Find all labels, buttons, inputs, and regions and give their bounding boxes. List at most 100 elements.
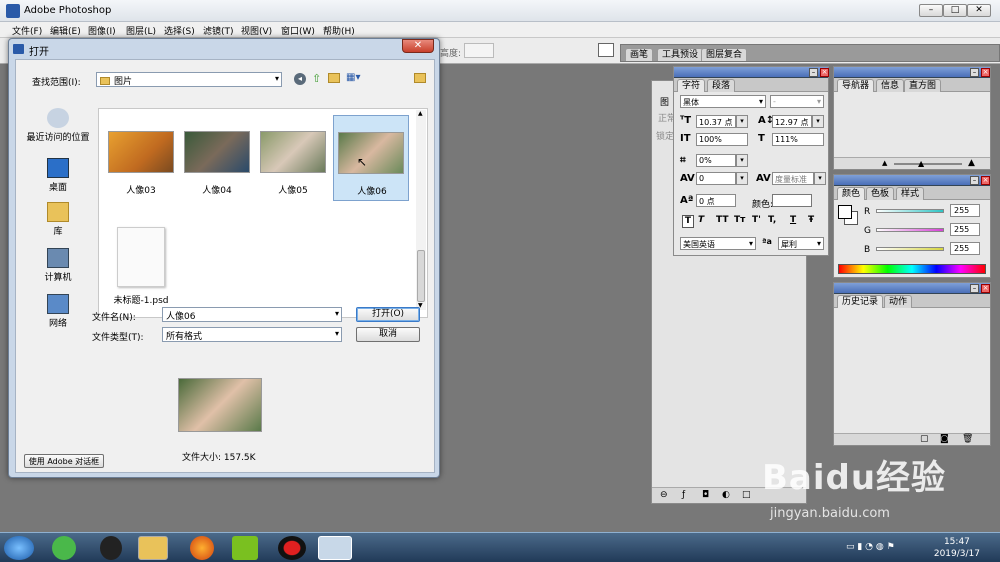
character-panel-header[interactable] [674, 67, 828, 78]
filename-input[interactable]: 人像06 ▾ [162, 307, 342, 322]
palette-well-icon[interactable] [598, 43, 614, 57]
kerning-mode-field[interactable]: 度量标准 [772, 172, 814, 185]
filetype-dropdown[interactable]: 所有格式 ▾ [162, 327, 342, 342]
place-recent[interactable]: 最近访问的位置 [26, 108, 90, 143]
navigator-minimize-icon[interactable]: – [970, 68, 979, 77]
kerning-field[interactable]: 0 [696, 172, 736, 185]
tab-color[interactable]: 颜色 [837, 187, 866, 200]
file-list-scrollbar[interactable]: ▲ ▼ [416, 110, 426, 310]
character-close-icon[interactable]: × [820, 68, 829, 77]
up-folder-icon[interactable]: ⇧ [312, 72, 321, 85]
leading-field[interactable]: 12.97 点 [772, 115, 812, 128]
menu-view[interactable]: 视图(V) [241, 24, 272, 37]
zoom-in-icon[interactable]: ▲ [968, 158, 975, 168]
tab-swatches[interactable]: 色板 [866, 187, 895, 200]
font-style-field[interactable]: - ▾ [770, 95, 824, 108]
style-faux-bold-button[interactable]: T [682, 215, 694, 228]
place-network[interactable]: 网络 [26, 294, 90, 329]
channel-g-value[interactable]: 255 [950, 223, 980, 236]
file-list[interactable]: 人像03 人像04 人像05 人像06 未标题-1.psd ↖ [98, 108, 428, 318]
vertical-scale-field[interactable]: 100% [696, 133, 748, 146]
style-superscript-button[interactable]: T' [752, 215, 761, 225]
text-color-swatch[interactable] [772, 194, 812, 207]
channel-b-value[interactable]: 255 [950, 242, 980, 255]
open-button[interactable]: 打开(O) [356, 307, 420, 322]
channel-b-slider[interactable] [876, 247, 944, 251]
layer-style-icon[interactable]: ƒ [682, 490, 685, 500]
use-adobe-dialog-button[interactable]: 使用 Adobe 对话框 [24, 454, 104, 468]
layers-tab[interactable]: 图 [660, 95, 669, 108]
tab-character[interactable]: 字符 [677, 79, 706, 92]
style-all-caps-button[interactable]: TT [716, 215, 729, 225]
menu-select[interactable]: 选择(S) [164, 24, 195, 37]
close-button[interactable]: ✕ [967, 4, 991, 17]
menu-window[interactable]: 窗口(W) [281, 24, 315, 37]
taskbar-explorer-icon[interactable] [138, 536, 168, 560]
taskbar-record-icon[interactable] [278, 536, 306, 560]
tab-tool-presets[interactable]: 工具预设 [657, 48, 704, 61]
file-item-selected[interactable]: 人像06 [333, 115, 409, 201]
adjustment-layer-icon[interactable]: ◐ [722, 490, 730, 500]
tray-icons[interactable]: ▭ ▮ ◔ ◍ ⚑ [846, 542, 895, 552]
maximize-button[interactable]: □ [943, 4, 967, 17]
font-family-field[interactable]: 黑体 ▾ [680, 95, 766, 108]
file-item[interactable]: 未标题-1.psd [103, 223, 179, 307]
leading-dropdown[interactable]: ▾ [812, 115, 824, 128]
history-close-icon[interactable]: × [981, 284, 990, 293]
tab-histogram[interactable]: 直方图 [904, 79, 942, 92]
tab-layer-comps[interactable]: 图层复合 [701, 48, 748, 61]
new-folder-icon[interactable] [328, 73, 340, 83]
bridge-folder-icon[interactable] [414, 73, 426, 83]
link-layers-icon[interactable]: ⊖ [660, 490, 668, 500]
taskbar-media-icon[interactable] [232, 536, 258, 560]
place-computer[interactable]: 计算机 [26, 248, 90, 283]
delete-state-icon[interactable]: 🗑 [962, 434, 973, 444]
place-desktop[interactable]: 桌面 [26, 158, 90, 193]
tab-info[interactable]: 信息 [876, 79, 905, 92]
minimize-button[interactable]: – [919, 4, 943, 17]
style-subscript-button[interactable]: T, [768, 215, 776, 225]
tab-paragraph[interactable]: 段落 [707, 79, 736, 92]
menu-edit[interactable]: 编辑(E) [50, 24, 81, 37]
menu-filter[interactable]: 滤镜(T) [203, 24, 234, 37]
scroll-up-icon[interactable]: ▲ [418, 110, 423, 117]
font-size-field[interactable]: 10.37 点 [696, 115, 736, 128]
taskbar-qq-icon[interactable] [100, 536, 122, 560]
tab-actions[interactable]: 动作 [884, 295, 913, 308]
color-minimize-icon[interactable]: – [970, 176, 979, 185]
start-button[interactable] [4, 536, 34, 560]
new-snapshot-icon[interactable]: ◙ [940, 434, 949, 444]
tsume-dropdown[interactable]: ▾ [736, 154, 748, 167]
zoom-slider-thumb[interactable]: ▲ [918, 159, 924, 168]
zoom-slider[interactable] [894, 163, 962, 165]
new-document-from-state-icon[interactable]: ▢ [920, 434, 929, 444]
view-menu-icon[interactable]: ▦▾ [346, 72, 360, 83]
navigator-close-icon[interactable]: × [981, 68, 990, 77]
scroll-thumb[interactable] [417, 250, 425, 302]
height-input[interactable] [464, 43, 494, 58]
back-icon[interactable]: ◂ [294, 73, 306, 85]
tab-styles[interactable]: 样式 [896, 187, 925, 200]
layer-mask-icon[interactable]: ◘ [702, 490, 709, 500]
foreground-color-swatch[interactable] [838, 205, 852, 219]
file-item[interactable]: 人像04 [179, 127, 255, 199]
color-panel-header[interactable] [834, 175, 990, 186]
menu-help[interactable]: 帮助(H) [323, 24, 355, 37]
tsume-field[interactable]: 0% [696, 154, 736, 167]
tab-history[interactable]: 历史记录 [837, 295, 884, 308]
file-item[interactable]: 人像03 [103, 127, 179, 199]
history-minimize-icon[interactable]: – [970, 284, 979, 293]
place-libraries[interactable]: 库 [26, 202, 90, 237]
kerning-mode-dropdown[interactable]: ▾ [814, 172, 826, 185]
antialias-field[interactable]: 犀利 ▾ [778, 237, 824, 250]
style-strikethrough-button[interactable]: Ŧ [808, 215, 814, 225]
style-underline-button[interactable]: T [790, 215, 796, 225]
zoom-out-icon[interactable]: ▲ [882, 159, 887, 167]
menu-image[interactable]: 图像(I) [88, 24, 116, 37]
cancel-button[interactable]: 取消 [356, 327, 420, 342]
new-group-icon[interactable]: □ [742, 490, 751, 500]
navigator-panel-header[interactable] [834, 67, 990, 78]
taskbar-firefox-icon[interactable] [190, 536, 214, 560]
color-spectrum-ramp[interactable] [838, 264, 986, 274]
lookin-dropdown[interactable]: 图片 ▾ [96, 72, 282, 87]
